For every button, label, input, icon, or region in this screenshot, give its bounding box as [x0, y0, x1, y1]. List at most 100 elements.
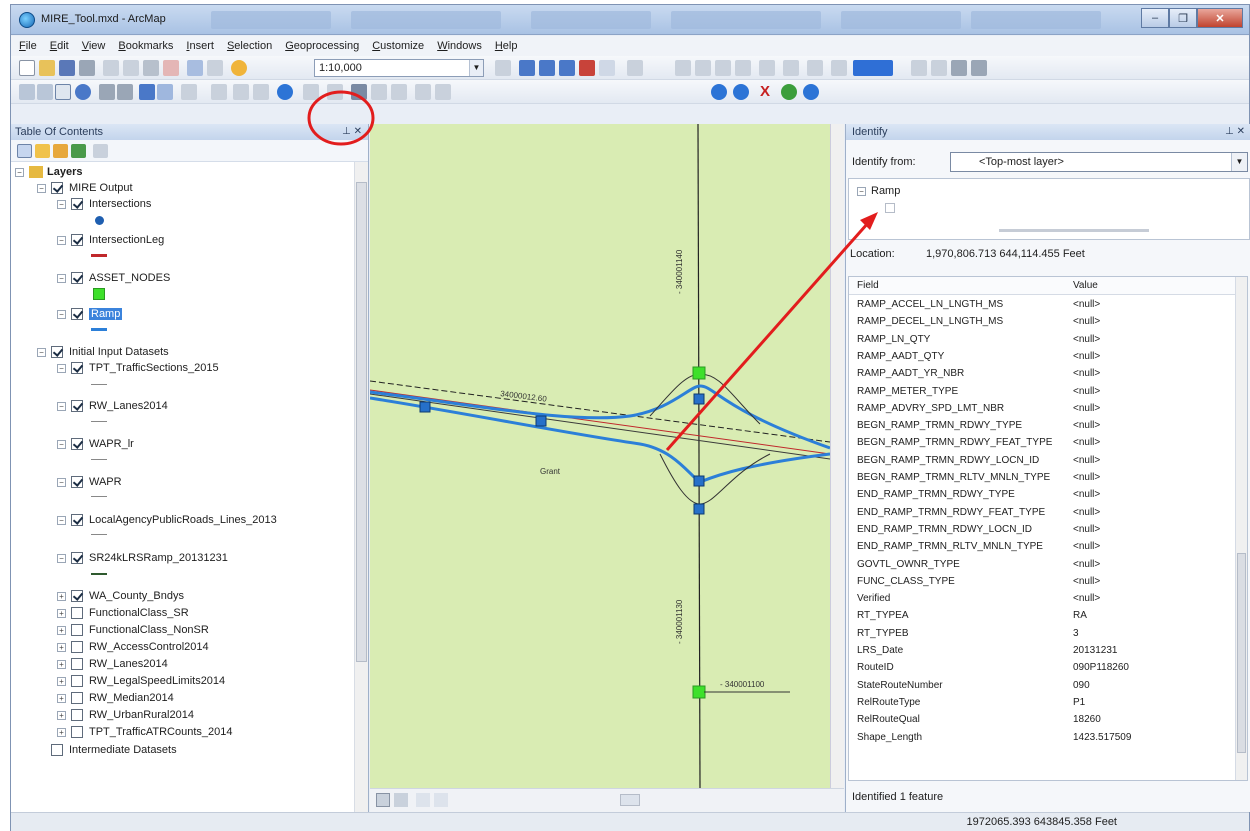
menu-view[interactable]: View — [82, 40, 106, 52]
editing-tool-icon[interactable] — [759, 60, 775, 76]
table-row[interactable]: END_RAMP_TRMN_RDWY_LOCN_ID <null> — [849, 522, 1237, 539]
layer-checkbox[interactable] — [71, 624, 83, 636]
layer-checkbox[interactable] — [71, 272, 83, 284]
collapse-toggle[interactable]: − — [37, 347, 46, 357]
create-viewer-icon[interactable] — [435, 84, 451, 100]
minimize-button[interactable]: – — [1141, 8, 1169, 28]
menu-file[interactable]: File — [19, 40, 37, 52]
mire-tool-icon[interactable] — [803, 84, 819, 100]
layout-tool-icon[interactable] — [951, 60, 967, 76]
tree-root-label[interactable]: Ramp — [871, 185, 900, 197]
field-column-header[interactable]: Field — [857, 280, 879, 291]
table-row[interactable]: BEGN_RAMP_TRMN_RLTV_MNLN_TYPE <null> — [849, 470, 1237, 487]
list-by-visibility-icon[interactable] — [53, 144, 68, 158]
layer-checkbox[interactable] — [71, 692, 83, 704]
redo-icon[interactable] — [207, 60, 223, 76]
tree-root-row[interactable]: − Ramp — [857, 185, 900, 197]
open-folder-icon[interactable] — [39, 60, 55, 76]
expand-toggle[interactable]: + — [57, 625, 66, 635]
collapse-toggle[interactable]: − — [57, 363, 66, 373]
layer-label[interactable]: TPT_TrafficATRCounts_2014 — [89, 726, 232, 738]
fixed-zoom-out-icon[interactable] — [117, 84, 133, 100]
layer-label[interactable]: RW_Lanes2014 — [89, 658, 168, 670]
tree-scroll-thumb[interactable] — [999, 229, 1149, 232]
data-view-icon[interactable] — [376, 793, 390, 807]
menu-insert[interactable]: Insert — [186, 40, 214, 52]
layer-label[interactable]: RW_AccessControl2014 — [89, 641, 209, 653]
menu-bookmarks[interactable]: Bookmarks — [118, 40, 173, 52]
layer-checkbox[interactable] — [71, 362, 83, 374]
find-icon[interactable] — [351, 84, 367, 100]
table-row[interactable]: RouteID 090P118260 — [849, 660, 1237, 677]
scrollbar-thumb[interactable] — [1237, 553, 1246, 753]
collapse-toggle[interactable]: − — [857, 186, 866, 196]
layout-view-icon[interactable] — [394, 793, 408, 807]
collapse-toggle[interactable]: − — [15, 167, 24, 177]
chevron-down-icon[interactable]: ▼ — [469, 60, 483, 76]
layer-checkbox[interactable] — [71, 675, 83, 687]
select-elements-icon[interactable] — [233, 84, 249, 100]
expand-toggle[interactable]: + — [57, 659, 66, 669]
color-swatch-icon[interactable] — [853, 60, 893, 76]
fixed-zoom-in-icon[interactable] — [99, 84, 115, 100]
collapse-toggle[interactable]: − — [57, 273, 66, 283]
editing-tool-icon[interactable] — [831, 60, 847, 76]
list-by-drawing-order-icon[interactable] — [17, 144, 32, 158]
editor-icon[interactable] — [495, 60, 511, 76]
close-button[interactable]: ✕ — [1197, 8, 1243, 28]
pin-close-icon[interactable]: ⊥ ✕ — [342, 124, 362, 140]
menu-geoprocessing[interactable]: Geoprocessing — [285, 40, 359, 52]
editing-tool-icon[interactable] — [715, 60, 731, 76]
layout-tool-icon[interactable] — [971, 60, 987, 76]
measure-icon[interactable] — [327, 84, 343, 100]
intersection-node[interactable] — [693, 475, 705, 487]
menu-customize[interactable]: Customize — [372, 40, 424, 52]
list-by-source-icon[interactable] — [35, 144, 50, 158]
table-row[interactable]: RAMP_METER_TYPE <null> — [849, 384, 1237, 401]
table-row[interactable]: RAMP_LN_QTY <null> — [849, 332, 1237, 349]
feature-node-icon[interactable] — [885, 203, 895, 213]
undo-icon[interactable] — [187, 60, 203, 76]
group-label[interactable]: MIRE Output — [69, 182, 133, 194]
layer-checkbox[interactable] — [71, 590, 83, 602]
map-canvas[interactable]: - 340001140 - 340001130 - 340001100 3400… — [370, 124, 830, 788]
chevron-down-icon[interactable]: ▼ — [1231, 153, 1247, 171]
identify-from-select[interactable]: <Top-most layer> ▼ — [950, 152, 1248, 172]
expand-toggle[interactable]: + — [57, 591, 66, 601]
layer-label[interactable]: LocalAgencyPublicRoads_Lines_2013 — [89, 514, 277, 526]
collapse-toggle[interactable]: − — [57, 309, 66, 319]
group-checkbox[interactable] — [51, 182, 63, 194]
pause-draw-icon[interactable] — [434, 793, 448, 807]
layer-label[interactable]: RW_LegalSpeedLimits2014 — [89, 675, 225, 687]
intersection-node[interactable] — [693, 393, 705, 405]
print-icon[interactable] — [79, 60, 95, 76]
layer-checkbox[interactable] — [71, 198, 83, 210]
time-slider-icon[interactable] — [415, 84, 431, 100]
save-icon[interactable] — [59, 60, 75, 76]
layer-label-selected[interactable]: Ramp — [89, 308, 123, 320]
table-row[interactable]: BEGN_RAMP_TRMN_RDWY_LOCN_ID <null> — [849, 453, 1237, 470]
map-scale-combo[interactable]: 1:10,000 ▼ — [314, 59, 484, 77]
forward-arrow-icon[interactable] — [157, 84, 173, 100]
layer-label[interactable]: SR24kLRSRamp_20131231 — [89, 552, 228, 564]
add-data-icon[interactable] — [231, 60, 247, 76]
layer-checkbox[interactable] — [71, 709, 83, 721]
layer-checkbox[interactable] — [71, 607, 83, 619]
copy-icon[interactable] — [123, 60, 139, 76]
asset-node[interactable] — [692, 366, 706, 380]
collapse-toggle[interactable]: − — [57, 515, 66, 525]
table-row[interactable]: RAMP_AADT_QTY <null> — [849, 349, 1237, 366]
layer-label[interactable]: RW_Median2014 — [89, 692, 174, 704]
layer-label[interactable]: Intersections — [89, 198, 151, 210]
group-checkbox[interactable] — [51, 346, 63, 358]
table-row[interactable]: RAMP_AADT_YR_NBR <null> — [849, 366, 1237, 383]
go-to-xy-icon[interactable] — [391, 84, 407, 100]
table-row[interactable]: Shape_Length 1423.517509 — [849, 730, 1237, 747]
plus-circle-icon[interactable] — [711, 84, 727, 100]
full-extent-icon[interactable] — [75, 84, 91, 100]
remove-icon[interactable]: X — [757, 84, 773, 100]
layer-label[interactable]: TPT_TrafficSections_2015 — [89, 362, 219, 374]
collapse-toggle[interactable]: − — [57, 553, 66, 563]
catalog-icon[interactable] — [539, 60, 555, 76]
group-label[interactable]: Intermediate Datasets — [69, 744, 177, 756]
